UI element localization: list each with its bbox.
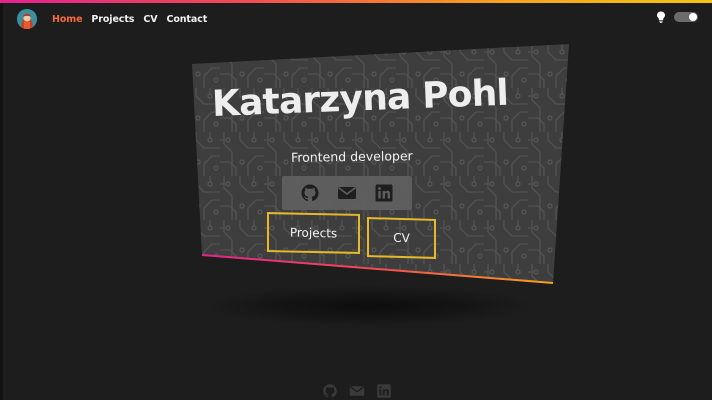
projects-button[interactable]: Projects — [267, 212, 360, 254]
cv-button[interactable]: CV — [367, 217, 436, 259]
social-links — [282, 176, 412, 210]
linkedin-icon[interactable] — [376, 383, 392, 399]
hero-card: Katarzyna Pohl Frontend developer Projec… — [0, 0, 712, 400]
page: Home Projects CV Contact Katarzyna Pohl … — [0, 0, 712, 400]
github-icon[interactable] — [300, 183, 320, 203]
mail-icon[interactable] — [349, 383, 365, 399]
footer-social-links — [322, 383, 403, 399]
linkedin-icon[interactable] — [374, 183, 394, 203]
hero-role: Frontend developer — [290, 148, 413, 165]
mail-icon[interactable] — [337, 183, 357, 203]
github-icon[interactable] — [322, 383, 338, 399]
